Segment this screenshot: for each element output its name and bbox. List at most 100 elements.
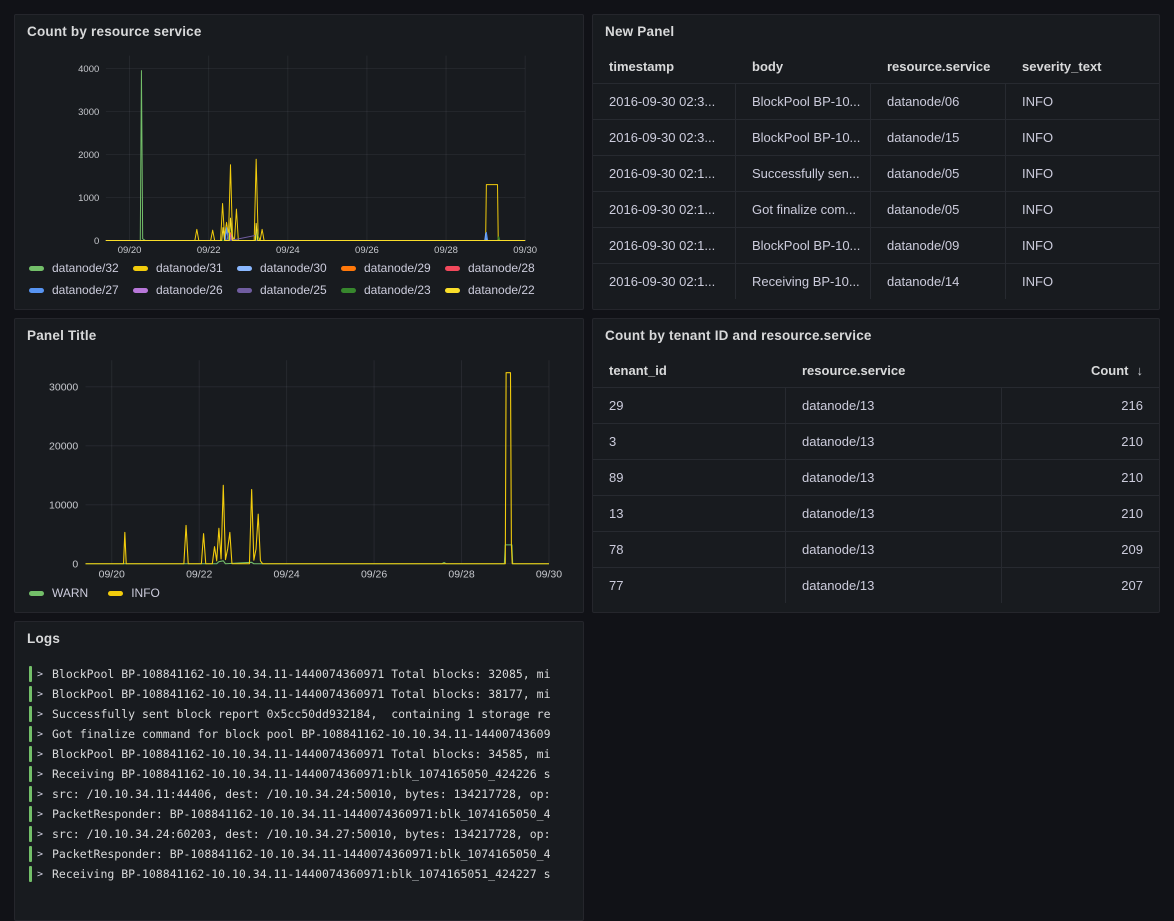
legend-item-datanode-23[interactable]: datanode/23 — [341, 279, 445, 301]
table-cell: 77 — [593, 568, 786, 603]
table-cell: datanode/13 — [786, 568, 1002, 603]
panel-title[interactable]: Panel Title — [27, 328, 571, 344]
legend-label: WARN — [52, 586, 88, 600]
column-header-label: body — [752, 59, 783, 74]
legend-item-datanode-25[interactable]: datanode/25 — [237, 279, 341, 301]
log-row[interactable]: >PacketResponder: BP-108841162-10.10.34.… — [27, 804, 579, 824]
log-row[interactable]: >Receiving BP-108841162-10.10.34.11-1440… — [27, 764, 579, 784]
table-cell: 2016-09-30 02:1... — [593, 264, 736, 299]
log-level-bar — [29, 706, 32, 722]
log-row[interactable]: >BlockPool BP-108841162-10.10.34.11-1440… — [27, 684, 579, 704]
legend-label: datanode/28 — [468, 261, 535, 275]
legend-item-datanode-31[interactable]: datanode/31 — [133, 257, 237, 279]
table-cell: datanode/14 — [871, 264, 1006, 299]
legend-item-datanode-32[interactable]: datanode/32 — [29, 257, 133, 279]
table-cell: INFO — [1006, 84, 1159, 119]
table-row: 2016-09-30 02:3...BlockPool BP-10...data… — [593, 83, 1159, 119]
series-color-marker — [29, 266, 44, 271]
column-header-label: resource.service — [887, 59, 990, 74]
table-row: 2016-09-30 02:3...BlockPool BP-10...data… — [593, 119, 1159, 155]
series-color-marker — [133, 288, 148, 293]
column-header-severity-text[interactable]: severity_text — [1006, 49, 1159, 83]
svg-text:09/22: 09/22 — [197, 245, 221, 256]
svg-text:2000: 2000 — [78, 150, 99, 161]
column-header-resource-service[interactable]: resource.service — [871, 49, 1006, 83]
timeseries-chart[interactable]: 010000200003000009/2009/2209/2409/2609/2… — [23, 353, 575, 582]
log-line-text: BlockPool BP-108841162-10.10.34.11-14400… — [52, 747, 551, 761]
log-level-bar — [29, 746, 32, 762]
log-row[interactable]: >Successfully sent block report 0x5cc50d… — [27, 704, 579, 724]
timeseries-chart[interactable]: 0100020003000400009/2009/2209/2409/2609/… — [23, 49, 575, 257]
panel-title[interactable]: Count by resource service — [27, 24, 571, 40]
svg-text:09/30: 09/30 — [536, 569, 562, 580]
column-header-resource-service[interactable]: resource.service — [786, 353, 1002, 387]
table-cell: datanode/05 — [871, 156, 1006, 191]
table-cell: 2016-09-30 02:1... — [593, 192, 736, 227]
column-header-timestamp[interactable]: timestamp — [593, 49, 736, 83]
log-level-bar — [29, 766, 32, 782]
log-level-bar — [29, 686, 32, 702]
panel-title[interactable]: New Panel — [605, 24, 1147, 40]
expand-chevron-icon: > — [37, 669, 46, 680]
expand-chevron-icon: > — [37, 729, 46, 740]
column-header-body[interactable]: body — [736, 49, 871, 83]
svg-text:09/24: 09/24 — [276, 245, 300, 256]
legend-item-info[interactable]: INFO — [108, 582, 160, 604]
column-header-label: severity_text — [1022, 59, 1102, 74]
legend-item-datanode-28[interactable]: datanode/28 — [445, 257, 549, 279]
svg-text:3000: 3000 — [78, 107, 99, 118]
log-line-text: BlockPool BP-108841162-10.10.34.11-14400… — [52, 667, 551, 681]
column-header-label: timestamp — [609, 59, 674, 74]
table-cell: 209 — [1002, 532, 1159, 567]
legend-label: datanode/32 — [52, 261, 119, 275]
panel-header: New Panel — [593, 15, 1159, 49]
series-color-marker — [341, 288, 356, 293]
table-cell: 210 — [1002, 424, 1159, 459]
log-row[interactable]: >Receiving BP-108841162-10.10.34.11-1440… — [27, 864, 579, 884]
legend-label: datanode/30 — [260, 261, 327, 275]
table-cell: datanode/15 — [871, 120, 1006, 155]
table-row: 2016-09-30 02:1...Receiving BP-10...data… — [593, 263, 1159, 299]
legend-item-datanode-27[interactable]: datanode/27 — [29, 279, 133, 301]
table-row: 77datanode/13207 — [593, 567, 1159, 603]
expand-chevron-icon: > — [37, 769, 46, 780]
svg-text:10000: 10000 — [49, 500, 78, 511]
log-level-bar — [29, 866, 32, 882]
table-cell: 2016-09-30 02:3... — [593, 120, 736, 155]
series-color-marker — [445, 266, 460, 271]
series-color-marker — [445, 288, 460, 293]
legend-item-datanode-26[interactable]: datanode/26 — [133, 279, 237, 301]
log-row[interactable]: >PacketResponder: BP-108841162-10.10.34.… — [27, 844, 579, 864]
legend-item-warn[interactable]: WARN — [29, 582, 88, 604]
table-cell: 207 — [1002, 568, 1159, 603]
svg-text:20000: 20000 — [49, 441, 78, 452]
chart-legend: WARN INFO — [23, 582, 575, 604]
expand-chevron-icon: > — [37, 749, 46, 760]
svg-text:09/30: 09/30 — [513, 245, 537, 256]
table-cell: Receiving BP-10... — [736, 264, 871, 299]
svg-text:0: 0 — [72, 559, 78, 570]
table-row: 2016-09-30 02:1...Successfully sen...dat… — [593, 155, 1159, 191]
svg-text:0: 0 — [94, 236, 99, 247]
log-row[interactable]: >src: /10.10.34.11:44406, dest: /10.10.3… — [27, 784, 579, 804]
table-cell: 89 — [593, 460, 786, 495]
log-row[interactable]: >src: /10.10.34.24:60203, dest: /10.10.3… — [27, 824, 579, 844]
column-header-count[interactable]: Count↓ — [1002, 353, 1159, 387]
legend-item-datanode-29[interactable]: datanode/29 — [341, 257, 445, 279]
panel-title[interactable]: Logs — [27, 631, 571, 647]
series-color-marker — [29, 288, 44, 293]
log-row[interactable]: > BlockPool BP-108841162-10.10.34.11-1440… — [27, 744, 579, 764]
panel-title[interactable]: Count by tenant ID and resource.service — [605, 328, 1147, 344]
svg-text:09/26: 09/26 — [361, 569, 387, 580]
column-header-tenant-id[interactable]: tenant_id — [593, 353, 786, 387]
log-line-text: PacketResponder: BP-108841162-10.10.34.1… — [52, 807, 551, 821]
log-row[interactable]: >Got finalize command for block pool BP-… — [27, 724, 579, 744]
log-row[interactable]: > BlockPool BP-108841162-10.10.34.11-1440… — [27, 664, 579, 684]
legend-item-datanode-30[interactable]: datanode/30 — [237, 257, 341, 279]
panel-count-by-resource-service: Count by resource service 01000200030004… — [14, 14, 584, 310]
sort-desc-icon: ↓ — [1137, 363, 1144, 378]
legend-item-datanode-22[interactable]: datanode/22 — [445, 279, 549, 301]
table-row: 78datanode/13209 — [593, 531, 1159, 567]
expand-chevron-icon: > — [37, 829, 46, 840]
legend-label: INFO — [131, 586, 160, 600]
